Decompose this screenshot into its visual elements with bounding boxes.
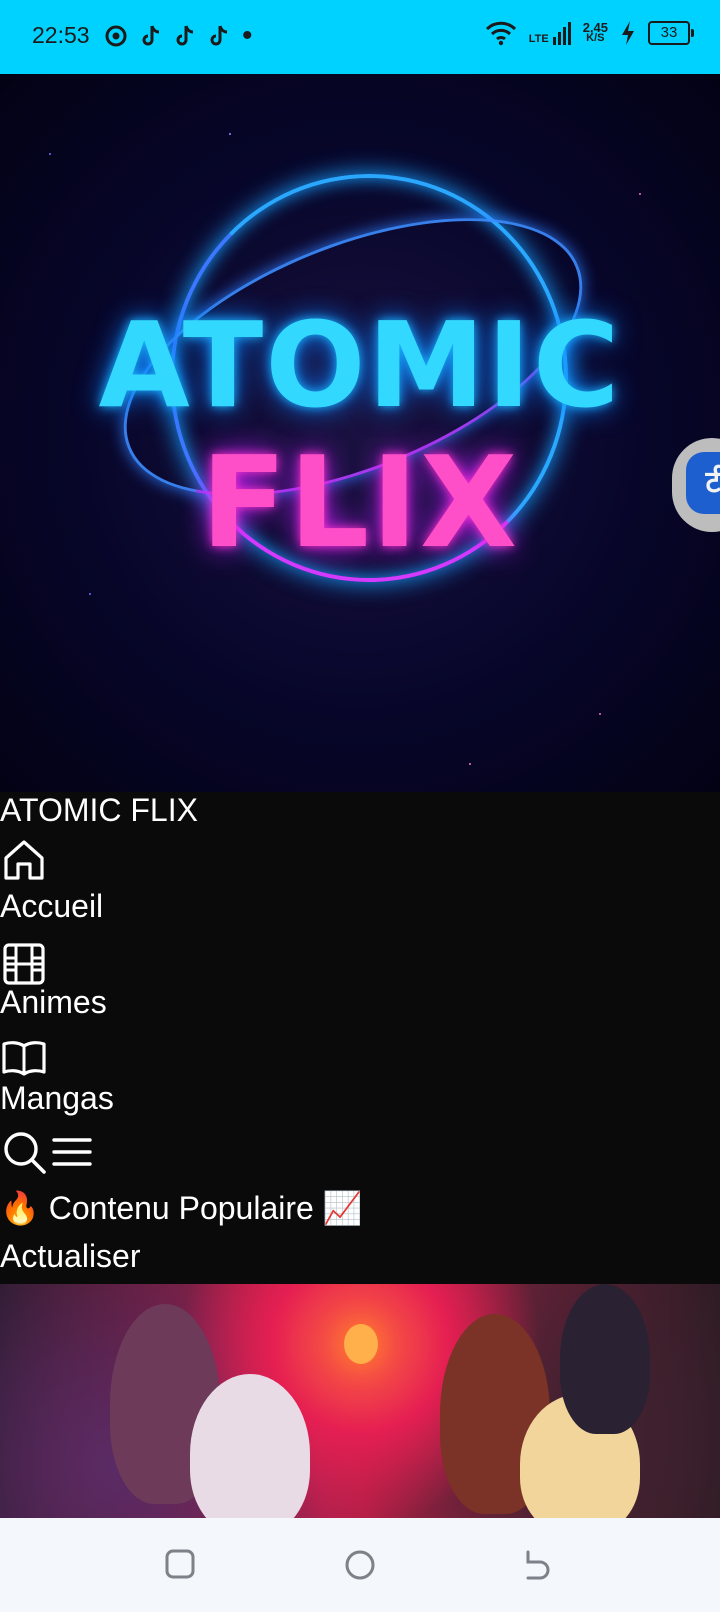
battery-indicator: 33 [648,21,694,45]
tiktok-icon [176,25,194,46]
refresh-button[interactable]: Actualiser [0,1236,141,1276]
section-title-popular: 🔥 Contenu Populaire 📈 [0,1190,363,1226]
home-button[interactable] [343,1548,377,1582]
tiktok-icon [142,25,160,46]
notification-icons: • [104,19,253,52]
glowing-gem [344,1324,378,1364]
search-icon[interactable] [2,1130,46,1174]
signal-bar-icon [552,36,556,45]
nav-label-animes: Animes [0,984,107,1020]
signal-bar-icon [557,31,561,45]
logo-text-line1: ATOMIC [98,296,622,434]
nav-label-mangas: Mangas [0,1080,114,1116]
status-time: 22:53 [32,22,90,48]
book-icon [2,1041,46,1076]
nav-label-accueil: Accueil [0,888,104,924]
logo-text-line2: FLIX [200,429,520,576]
home-icon [4,840,44,880]
status-bar: 22:53 • LTE 2,45 K/S 33 [0,0,720,74]
tiktok-icon [210,25,228,46]
charging-icon [622,21,634,45]
film-icon [3,943,45,985]
app-header: ATOMIC FLIX Accueil Animes Mangas 🔥 Cont… [0,792,720,1284]
more-notifications-dot-icon: • [242,19,253,52]
network-speed-unit: K/S [586,32,605,44]
signal-bar-icon [567,21,571,45]
chrome-icon [105,25,127,47]
menu-icon[interactable] [52,1132,92,1172]
signal-bar-icon [562,26,566,45]
hero-banner: ATOMIC FLIX टी [0,74,720,792]
signal-indicator: LTE [528,21,571,45]
back-button[interactable] [522,1548,556,1580]
system-nav-bar [0,1518,720,1612]
recent-apps-button[interactable] [164,1548,196,1580]
app-title: ATOMIC FLIX [0,792,198,828]
wifi-icon [485,21,516,46]
translate-icon: टी [686,452,720,514]
network-type: LTE [528,32,549,45]
character-figure [560,1284,650,1434]
character-figure [190,1374,310,1518]
network-speed: 2,45 K/S [583,21,608,44]
popular-content-image[interactable] [0,1284,720,1518]
